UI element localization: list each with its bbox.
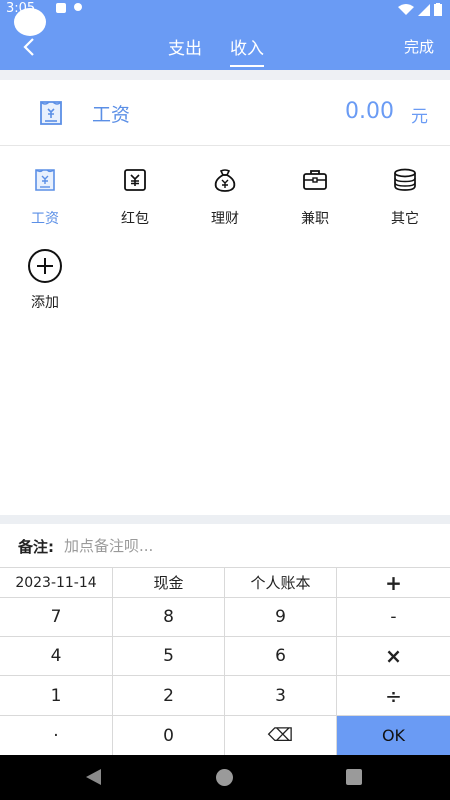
dot-key[interactable]: · [0,716,113,756]
key-9[interactable]: 9 [225,598,337,637]
amount-value: 0.00 [345,99,394,124]
briefcase-icon [303,170,327,190]
back-button[interactable] [18,34,40,60]
signal-icon [418,3,430,16]
wifi-icon [398,3,414,15]
plus-key[interactable]: + [337,568,450,598]
tab-income[interactable]: 收入 [230,34,264,67]
nav-back-icon[interactable] [86,769,101,785]
payslip-icon [35,169,55,191]
key-3[interactable]: 3 [225,676,337,716]
keypad: 2023-11-14 现金 个人账本 + 7 8 9 - 4 5 6 × 1 2… [0,567,450,756]
coin-stack-icon [394,168,416,191]
notification-dots-icon [74,3,82,11]
add-circle-icon [28,249,62,283]
account-key[interactable]: 现金 [113,568,225,598]
category-red-packet[interactable]: 红包 [105,166,165,228]
category-part-time[interactable]: 兼职 [285,166,345,228]
status-system-icons [398,3,442,16]
backspace-icon: ⌫ [267,725,294,746]
key-1[interactable]: 1 [0,676,113,716]
key-6[interactable]: 6 [225,637,337,676]
nav-home-icon[interactable] [216,769,233,786]
category-finance[interactable]: 理财 [195,166,255,228]
battery-icon [434,3,442,16]
notification-a-icon [56,3,66,13]
top-header: 3:05 支出 收入 完成 [0,0,450,70]
book-key[interactable]: 个人账本 [225,568,337,598]
nav-recents-icon[interactable] [346,769,362,785]
ok-button[interactable]: OK [337,716,450,756]
category-label: 工资 [31,211,59,227]
category-label: 理财 [211,211,239,227]
money-bag-icon [214,169,236,192]
status-camera-blob [14,8,46,36]
key-4[interactable]: 4 [0,637,113,676]
multiply-key[interactable]: × [337,637,450,676]
note-row: 备注: [0,524,450,567]
header-divider [0,70,450,80]
payslip-icon [40,101,62,125]
key-7[interactable]: 7 [0,598,113,637]
status-notification-icons [56,3,82,13]
minus-key[interactable]: - [337,598,450,637]
note-input[interactable] [64,533,434,559]
key-2[interactable]: 2 [113,676,225,716]
selected-category-label: 工资 [92,104,131,126]
system-nav-bar [0,755,450,800]
category-label: 其它 [391,211,419,227]
category-label: 红包 [121,211,149,227]
category-label: 兼职 [301,211,329,227]
backspace-key[interactable]: ⌫ [225,716,337,756]
note-label: 备注: [18,538,54,556]
category-label: 添加 [31,295,59,311]
key-0[interactable]: 0 [113,716,225,756]
tab-expense[interactable]: 支出 [168,34,202,67]
amount-row: 工资 0.00 元 [0,80,450,146]
date-key[interactable]: 2023-11-14 [0,568,113,598]
divide-key[interactable]: ÷ [337,676,450,716]
panel-divider [0,515,450,524]
done-button[interactable]: 完成 [404,36,434,57]
category-other[interactable]: 其它 [375,166,435,228]
amount-unit: 元 [411,107,428,127]
chevron-left-icon [23,38,34,56]
type-tabs: 支出 收入 [168,34,264,67]
key-8[interactable]: 8 [113,598,225,637]
category-add[interactable]: 添加 [15,248,75,312]
category-salary[interactable]: 工资 [15,166,75,228]
yuan-envelope-icon [124,169,146,191]
key-5[interactable]: 5 [113,637,225,676]
